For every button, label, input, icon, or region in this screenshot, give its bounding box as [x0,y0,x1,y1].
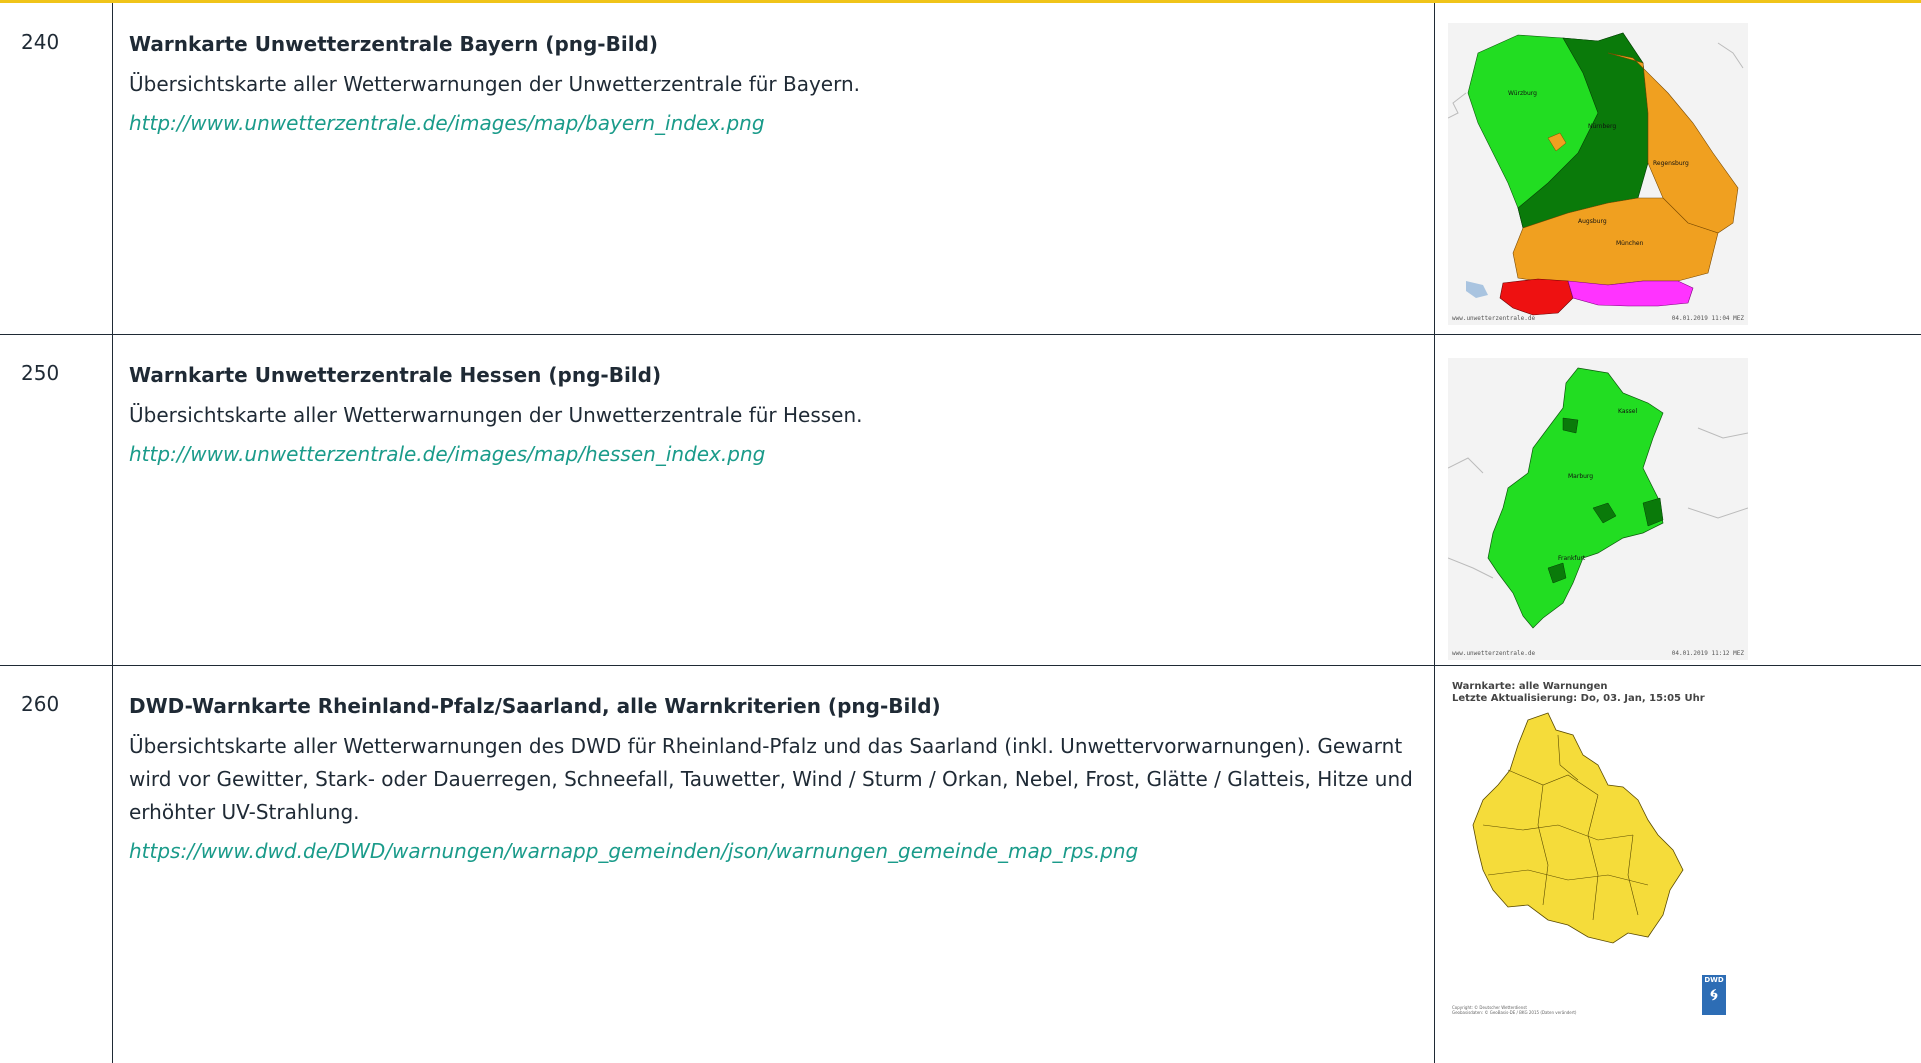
row-title: DWD-Warnkarte Rheinland-Pfalz/Saarland, … [129,694,941,718]
row-description: Übersichtskarte aller Wetterwarnungen de… [129,72,861,96]
city-label: Würzburg [1508,90,1537,97]
row-id-cell: 240 [0,3,113,334]
dwd-swirl-icon: 🌀︎ [1710,985,1718,1004]
bayern-warning-map[interactable]: Würzburg Nürnberg Regensburg Augsburg Mü… [1448,23,1748,325]
row-id: 240 [21,30,60,54]
row-title: Warnkarte Unwetterzentrale Hessen (png-B… [129,363,662,387]
city-label: Marburg [1568,473,1593,480]
dwd-copyright: Copyright: © Deutscher Wetterdienst Geob… [1452,1005,1577,1015]
row-image-cell: Würzburg Nürnberg Regensburg Augsburg Mü… [1435,3,1921,334]
map-footer-left: www.unwetterzentrale.de [1452,650,1536,657]
city-label: Regensburg [1653,160,1689,167]
dwd-logo: DWD 🌀︎ [1702,975,1726,1015]
row-description-cell: Warnkarte Unwetterzentrale Bayern (png-B… [113,3,1435,334]
row-title: Warnkarte Unwetterzentrale Bayern (png-B… [129,32,659,56]
row-description: Übersichtskarte aller Wetterwarnungen de… [129,734,1413,824]
row-id: 260 [21,692,60,716]
row-image-cell: Kassel Marburg Frankfurt www.unwetterzen… [1435,334,1921,665]
hessen-map-graphic: Kassel Marburg Frankfurt [1448,367,1748,629]
row-description-cell: Warnkarte Unwetterzentrale Hessen (png-B… [113,334,1435,665]
row-link[interactable]: https://www.dwd.de/DWD/warnungen/warnapp… [129,837,1138,865]
dwd-logo-text: DWD [1704,976,1724,984]
row-id: 250 [21,361,60,385]
city-label: Augsburg [1578,218,1607,225]
map-footer-right: 04.01.2019 11:12 MEZ [1671,650,1744,657]
row-id-cell: 250 [0,334,113,665]
city-label: München [1616,240,1644,247]
row-id-cell: 260 [0,665,113,1063]
map-footer-right: 04.01.2019 11:04 MEZ [1671,315,1744,322]
table-row: 260 DWD-Warnkarte Rheinland-Pfalz/Saarla… [0,665,1921,1063]
data-table: 240 Warnkarte Unwetterzentrale Bayern (p… [0,3,1921,1063]
city-label: Kassel [1618,408,1637,415]
row-description-cell: DWD-Warnkarte Rheinland-Pfalz/Saarland, … [113,665,1435,1063]
dwd-copyright-line2: Geobasisdaten: © GeoBasis-DE / BKG 2015 … [1452,1010,1577,1015]
table-row: 240 Warnkarte Unwetterzentrale Bayern (p… [0,3,1921,335]
dwd-warning-map[interactable]: Warnkarte: alle Warnungen Letzte Aktuali… [1448,675,1748,1020]
bayern-map-graphic: Würzburg Nürnberg Regensburg Augsburg Mü… [1448,32,1744,316]
row-description: Übersichtskarte aller Wetterwarnungen de… [129,403,863,427]
city-label: Frankfurt [1558,555,1586,562]
hessen-warning-map[interactable]: Kassel Marburg Frankfurt www.unwetterzen… [1448,358,1748,660]
row-link[interactable]: http://www.unwetterzentrale.de/images/ma… [129,109,765,137]
map-footer-left: www.unwetterzentrale.de [1452,315,1536,322]
city-label: Nürnberg [1588,123,1616,130]
row-image-cell: Warnkarte: alle Warnungen Letzte Aktuali… [1435,665,1921,1063]
table-row: 250 Warnkarte Unwetterzentrale Hessen (p… [0,334,1921,666]
row-link[interactable]: http://www.unwetterzentrale.de/images/ma… [129,440,765,468]
dwd-map-graphic [1472,712,1684,944]
